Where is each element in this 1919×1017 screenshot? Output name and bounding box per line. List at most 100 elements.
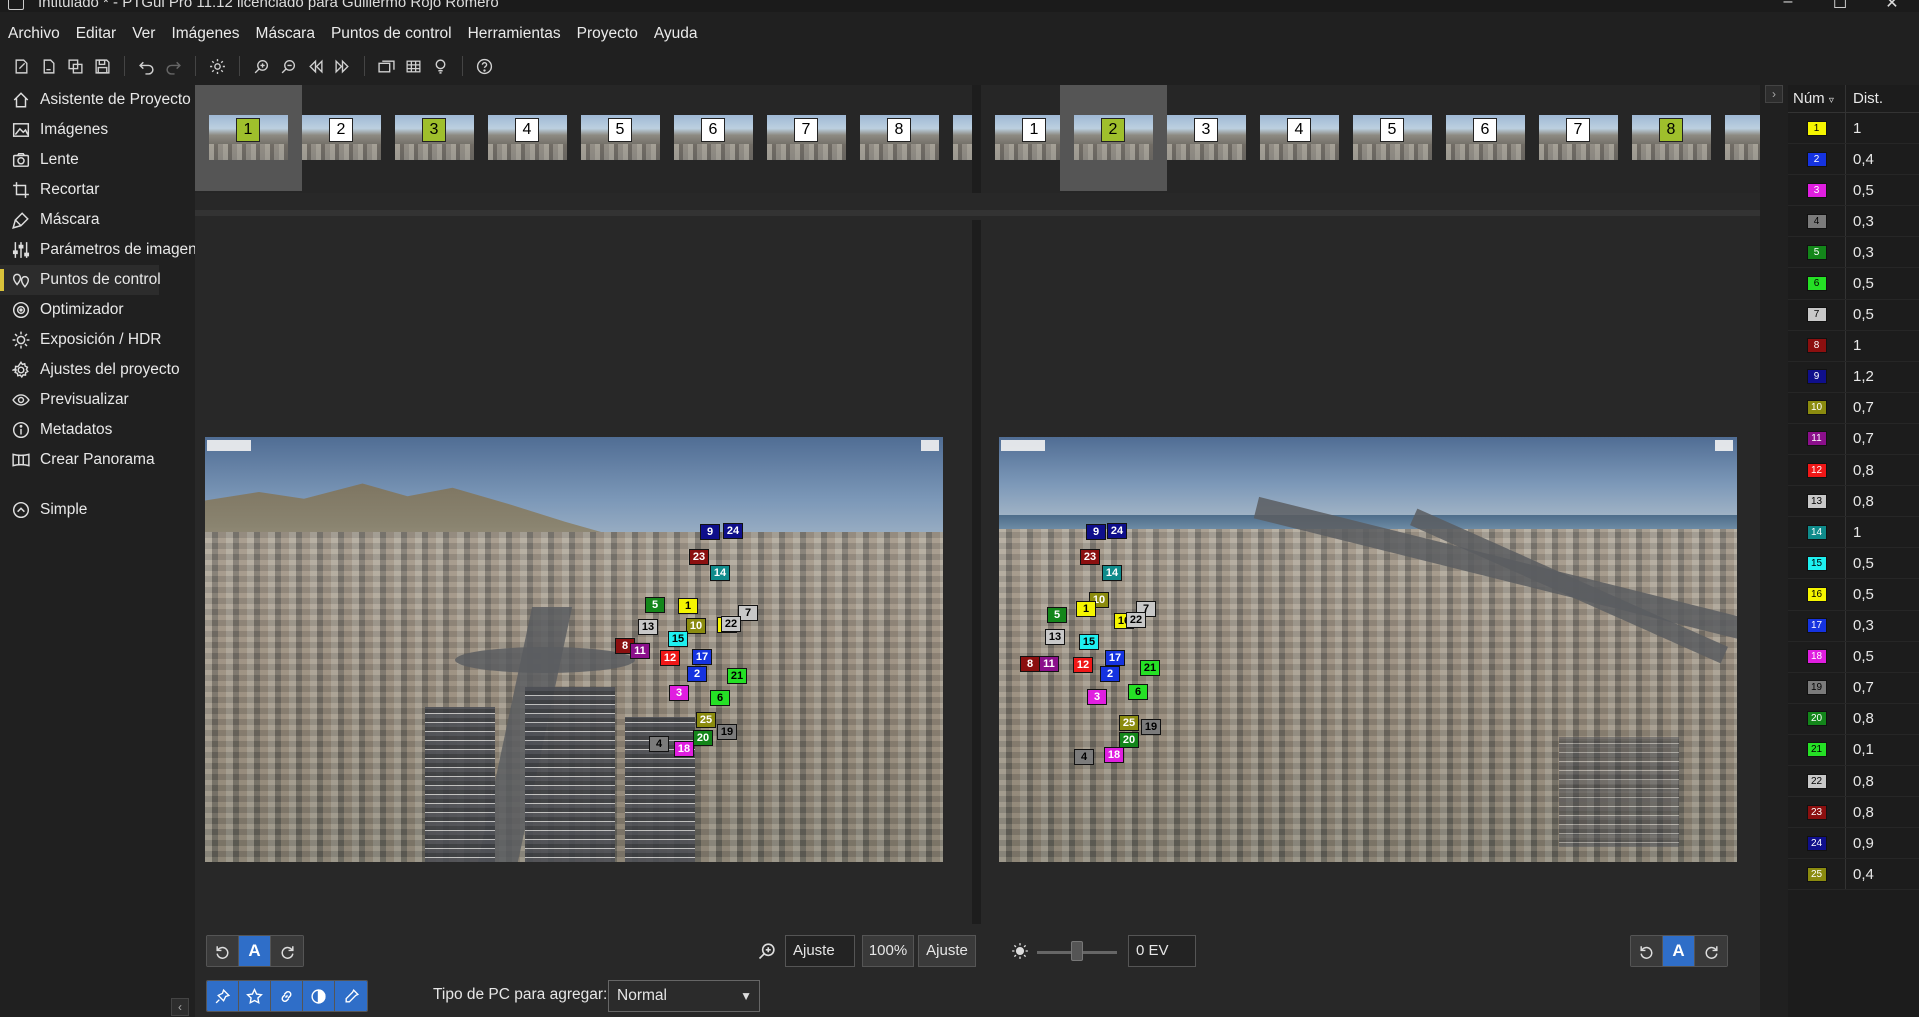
thumbnail-left-1[interactable]: 1 [195, 85, 302, 191]
left-control-point[interactable]: 19 [717, 724, 737, 740]
table-row[interactable]: 10 0,7 [1788, 392, 1919, 424]
table-row[interactable]: 9 1,2 [1788, 361, 1919, 393]
eyedropper-icon[interactable] [335, 981, 367, 1011]
rotate-right-icon[interactable] [271, 936, 303, 966]
undo-icon[interactable] [133, 53, 160, 79]
table-row[interactable]: 6 0,5 [1788, 268, 1919, 300]
thumbnail-left-8[interactable]: 8 [846, 85, 953, 191]
right-control-point[interactable]: 13 [1045, 629, 1065, 645]
right-control-point[interactable]: 17 [1105, 650, 1125, 666]
settings-icon[interactable] [204, 53, 231, 79]
thumbnail-right-partial[interactable] [1711, 85, 1760, 191]
table-row[interactable]: 19 0,7 [1788, 672, 1919, 704]
right-control-point[interactable]: 1 [1076, 601, 1096, 617]
right-control-point[interactable]: 12 [1073, 657, 1093, 673]
menu-puntos-de-control[interactable]: Puntos de control [323, 22, 460, 46]
sidebar-item-exposicion-hdr[interactable]: Exposición / HDR [0, 325, 161, 355]
sidebar-item-parametros[interactable]: Parámetros de imagen [0, 235, 197, 265]
right-control-point[interactable]: 2 [1100, 666, 1120, 682]
left-control-point[interactable]: 21 [727, 668, 747, 684]
table-row[interactable]: 4 0,3 [1788, 206, 1919, 238]
table-row[interactable]: 2 0,4 [1788, 144, 1919, 176]
minimize-button[interactable]: – [1766, 0, 1810, 11]
right-control-point[interactable]: 14 [1102, 565, 1122, 581]
sidebar-item-mascara[interactable]: Máscara [0, 205, 159, 235]
star-icon[interactable] [239, 981, 271, 1011]
collapse-sidebar-button[interactable]: ‹ [171, 998, 189, 1016]
left-control-point[interactable]: 24 [723, 523, 743, 539]
column-header-num[interactable]: Núm ▿ [1788, 85, 1846, 112]
auto-align-left-button[interactable]: A [239, 936, 271, 966]
menu-imagenes[interactable]: Imágenes [163, 22, 247, 46]
zoom-100-button[interactable]: 100% [862, 935, 914, 967]
right-control-point[interactable]: 15 [1079, 634, 1099, 650]
collapse-table-button[interactable]: › [1765, 85, 1783, 103]
menu-herramientas[interactable]: Herramientas [460, 22, 569, 46]
left-control-point[interactable]: 20 [693, 730, 713, 746]
thumbnail-right-8[interactable]: 8 [1618, 85, 1725, 191]
pane-divider[interactable] [972, 85, 981, 193]
thumbnail-left-3[interactable]: 3 [381, 85, 488, 191]
right-control-point[interactable]: 20 [1119, 732, 1139, 748]
left-control-point[interactable]: 1 [678, 598, 698, 614]
table-row[interactable]: 81 [1788, 330, 1919, 362]
right-control-point[interactable]: 22 [1126, 612, 1146, 628]
thumbnail-left-partial[interactable] [939, 85, 972, 191]
table-row[interactable]: 23 0,8 [1788, 797, 1919, 829]
menu-archivo[interactable]: Archivo [0, 22, 68, 46]
maximize-button[interactable]: ☐ [1818, 0, 1862, 12]
table-row[interactable]: 22 0,8 [1788, 765, 1919, 798]
thumbnail-right-3[interactable]: 3 [1153, 85, 1260, 191]
left-control-point[interactable]: 10 [686, 618, 706, 634]
right-control-point[interactable]: 4 [1074, 749, 1094, 765]
image-pane-right[interactable]: 9 24 23 14 10 5 1 7 16 22 13 15 17 8 11 12 2 21 3 6 25 19 20 4 1… [981, 220, 1760, 924]
left-control-point[interactable]: 22 [721, 616, 741, 632]
thumbnail-strip-right[interactable]: 1 2 3 4 5 6 7 8 [981, 85, 1760, 193]
right-control-point[interactable]: 9 [1086, 524, 1106, 540]
left-control-point[interactable]: 2 [687, 666, 707, 682]
rotate-right-icon[interactable] [1695, 936, 1727, 966]
image-pane-left[interactable]: 9242314517131016221581112172213625192041… [195, 220, 972, 924]
help-icon[interactable] [471, 53, 498, 79]
left-control-point[interactable]: 13 [638, 619, 658, 635]
link-icon[interactable] [271, 981, 303, 1011]
menu-ver[interactable]: Ver [124, 22, 163, 46]
thumbnail-left-5[interactable]: 5 [567, 85, 674, 191]
thumbnail-strip-left[interactable]: 1 2 3 4 5 6 7 8 [195, 85, 972, 193]
light-icon[interactable] [427, 53, 454, 79]
zoom-fit-button[interactable]: Ajuste [918, 935, 976, 967]
sidebar-item-metadatos[interactable]: Metadatos [0, 415, 159, 445]
sidebar-item-asistente[interactable]: Asistente de Proyecto [0, 85, 191, 115]
sidebar-item-lente[interactable]: Lente [0, 145, 159, 175]
sidebar-item-puntos-de-control[interactable]: Puntos de control [0, 265, 161, 295]
cp-type-select[interactable]: Normal ▼ [608, 980, 760, 1012]
left-control-point[interactable]: 3 [669, 685, 689, 701]
table-row[interactable]: 24 0,9 [1788, 828, 1919, 860]
thumbnail-left-7[interactable]: 7 [753, 85, 860, 191]
thumbnail-right-5[interactable]: 5 [1339, 85, 1446, 191]
left-control-point[interactable]: 23 [689, 549, 709, 565]
rotate-left-icon[interactable] [207, 936, 239, 966]
new-project-icon[interactable] [8, 53, 35, 79]
add-point-pin-icon[interactable] [207, 981, 239, 1011]
left-control-point[interactable]: 11 [630, 643, 650, 659]
redo-icon[interactable] [160, 53, 187, 79]
zoom-out-icon[interactable] [275, 53, 302, 79]
menu-ayuda[interactable]: Ayuda [646, 22, 706, 46]
menu-proyecto[interactable]: Proyecto [569, 22, 646, 46]
table-row[interactable]: 20 0,8 [1788, 703, 1919, 735]
left-control-point[interactable]: 9 [700, 524, 720, 540]
sidebar-item-optimizador[interactable]: Optimizador [0, 295, 159, 325]
right-control-point[interactable]: 19 [1141, 719, 1161, 735]
save-icon[interactable] [89, 53, 116, 79]
table-row[interactable]: 7 0,5 [1788, 299, 1919, 331]
left-control-point[interactable]: 18 [674, 741, 694, 757]
right-control-point[interactable]: 6 [1128, 684, 1148, 700]
table-row[interactable]: 3 0,5 [1788, 175, 1919, 207]
sidebar-item-crear-panorama[interactable]: Crear Panorama [0, 445, 159, 475]
table-row[interactable]: 13 0,8 [1788, 486, 1919, 518]
photo-left[interactable]: 9242314517131016221581112172213625192041… [205, 437, 943, 862]
thumbnail-left-2[interactable]: 2 [288, 85, 395, 191]
right-control-point[interactable]: 21 [1140, 660, 1160, 676]
right-control-point[interactable]: 18 [1104, 747, 1124, 763]
